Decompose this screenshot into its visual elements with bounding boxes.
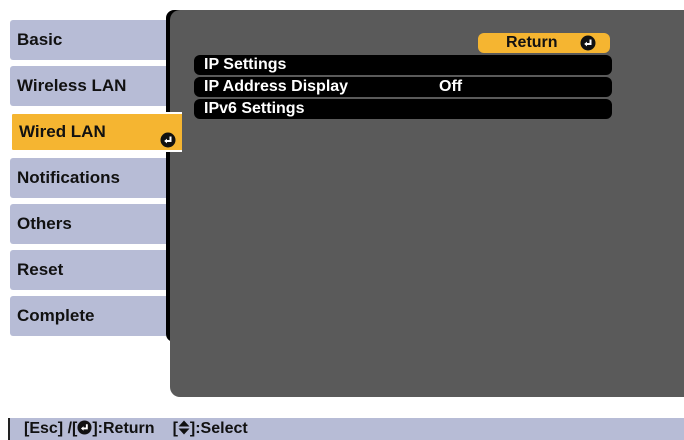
sidebar: Basic Wireless LAN Wired LAN Notificatio… (10, 20, 186, 342)
menu-row-ipv6-settings[interactable]: IPv6 Settings (194, 99, 612, 119)
sidebar-item-label: Others (17, 214, 72, 233)
sidebar-item-complete[interactable]: Complete (10, 296, 166, 336)
return-button[interactable]: Return (478, 33, 610, 53)
sidebar-item-reset[interactable]: Reset (10, 250, 166, 290)
sidebar-item-label: Reset (17, 260, 64, 279)
sidebar-item-label: Complete (17, 306, 95, 325)
sidebar-item-label: Wired LAN (19, 122, 106, 141)
return-button-label: Return (506, 34, 558, 51)
status-return-text: ]:Return (92, 420, 155, 437)
sidebar-item-wired-lan[interactable]: Wired LAN (10, 112, 182, 152)
sidebar-item-label: Basic (17, 30, 63, 49)
sidebar-item-label: Wireless LAN (17, 76, 127, 95)
sidebar-item-wireless-lan[interactable]: Wireless LAN (10, 66, 166, 106)
menu-row-ip-address-display[interactable]: IP Address Display Off (194, 77, 612, 97)
sidebar-item-notifications[interactable]: Notifications (10, 158, 166, 198)
menu-row-label: IPv6 Settings (204, 100, 305, 117)
status-esc-text: [Esc] /[ (24, 420, 78, 437)
up-down-arrow-icon (178, 420, 190, 440)
status-bar: [Esc] /[]:Return[]:Select (8, 418, 684, 440)
status-select-text: ]:Select (189, 420, 248, 437)
sidebar-item-label: Notifications (17, 168, 120, 187)
menu-row-label: IP Settings (204, 56, 287, 73)
projector-network-menu: Basic Wireless LAN Wired LAN Notificatio… (0, 0, 684, 440)
menu-row-value: Off (439, 78, 463, 95)
sidebar-item-basic[interactable]: Basic (10, 20, 166, 60)
enter-icon (580, 35, 596, 57)
menu-row-label: IP Address Display (204, 78, 349, 95)
enter-icon (160, 125, 176, 161)
menu-row-ip-settings[interactable]: IP Settings (194, 55, 612, 75)
enter-icon (77, 420, 92, 440)
sidebar-item-others[interactable]: Others (10, 204, 166, 244)
